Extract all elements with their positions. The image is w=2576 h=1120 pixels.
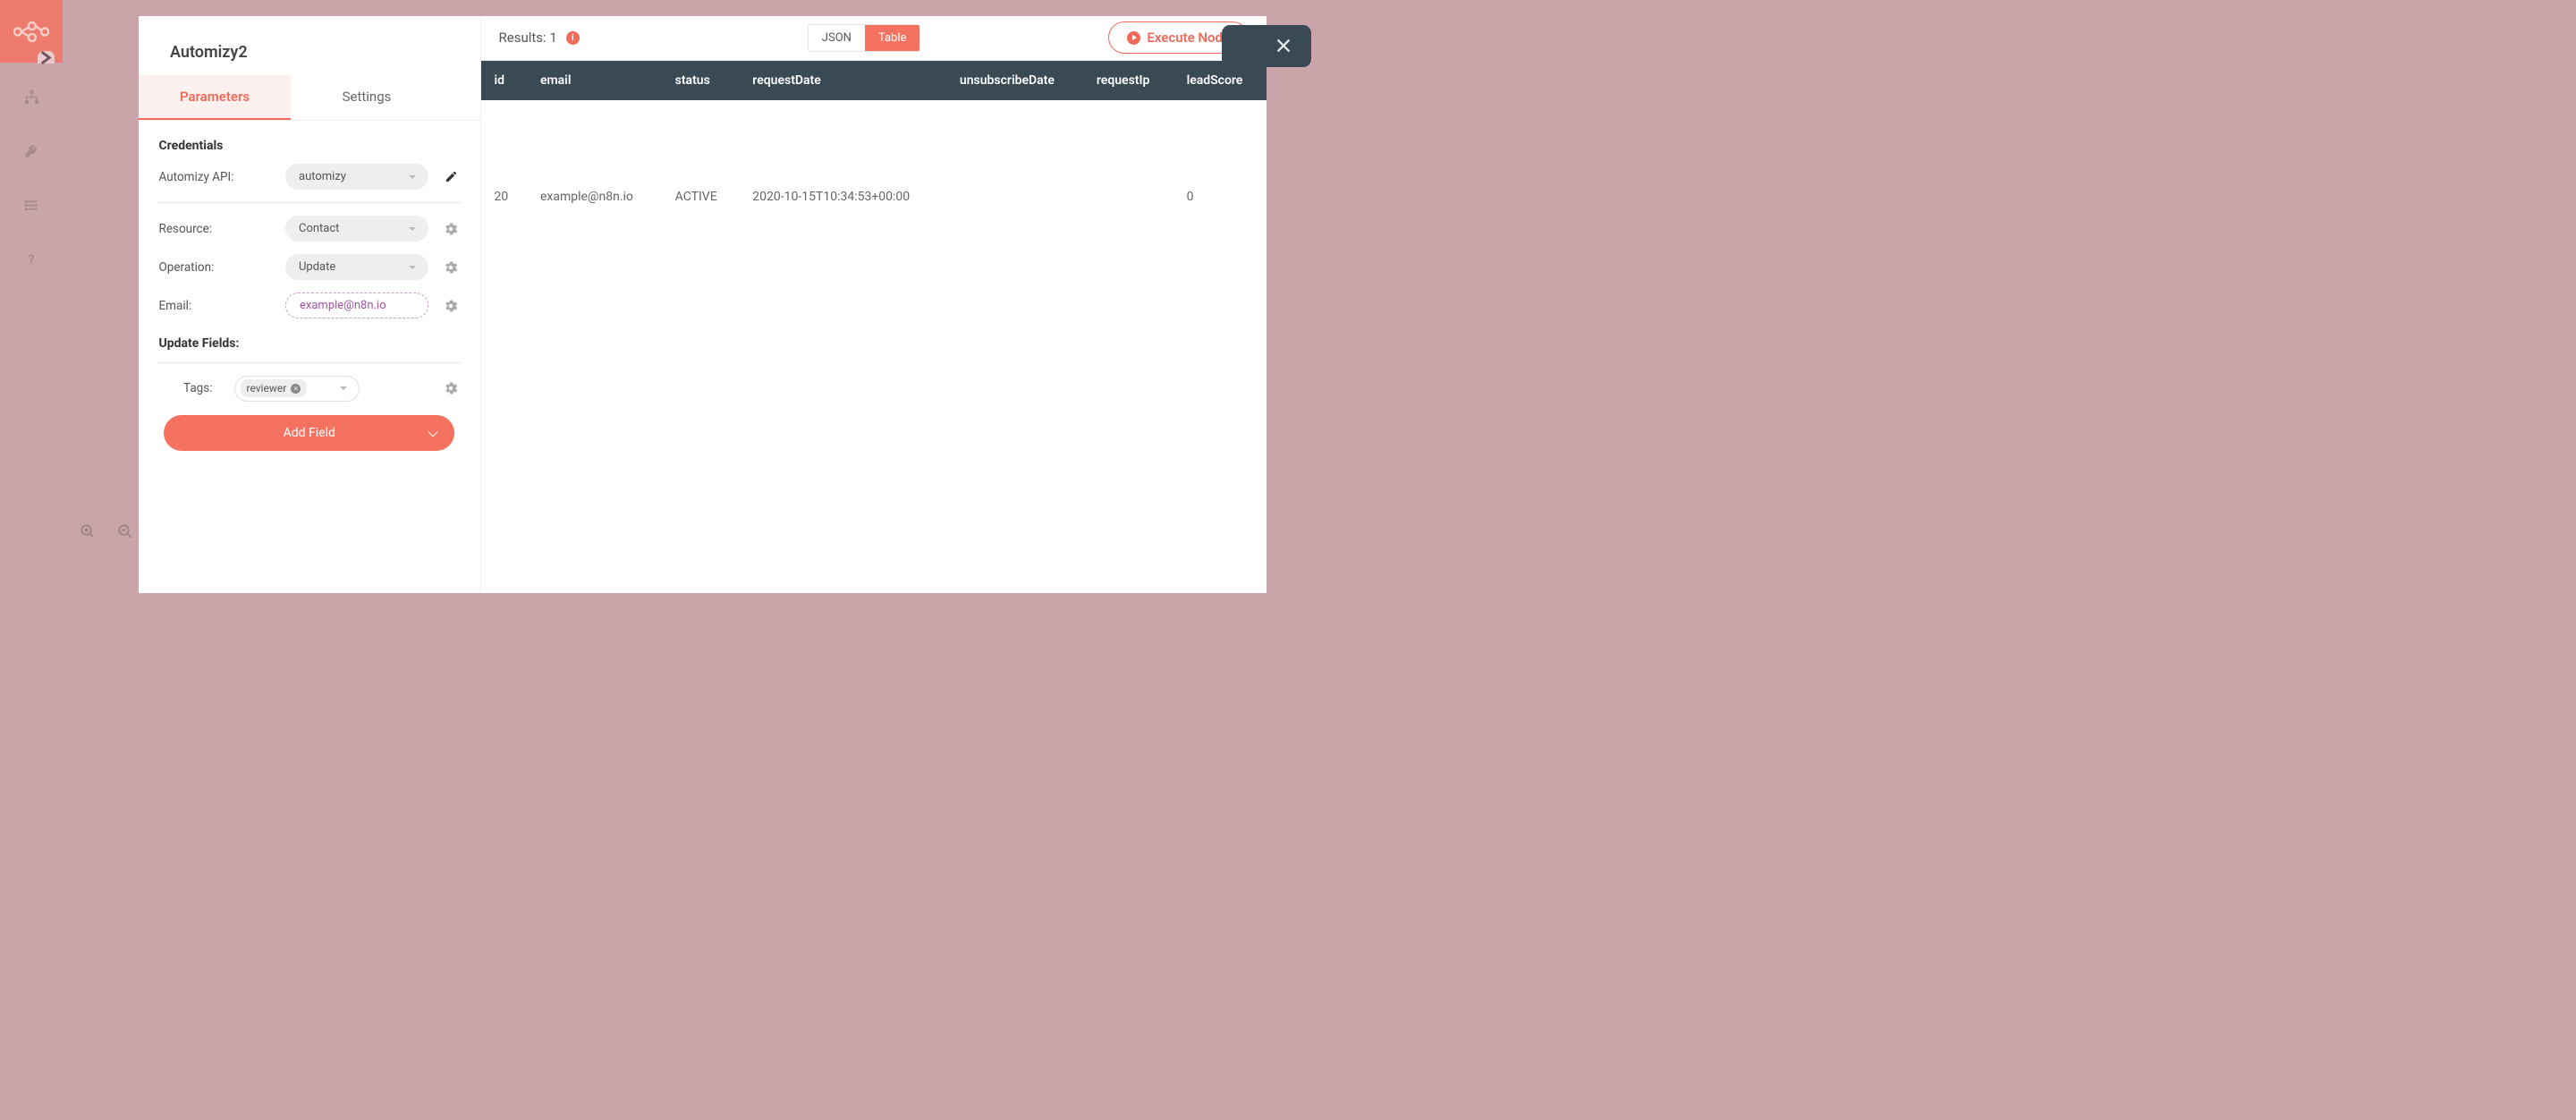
cell-status: ACTIVE	[662, 100, 740, 231]
results-count-label: Results: 1	[499, 30, 557, 46]
operation-select[interactable]: Update	[285, 254, 428, 280]
add-field-button[interactable]: Add Field	[164, 415, 454, 451]
results-table: id email status requestDate unsubscribeD…	[481, 61, 1267, 231]
tab-parameters[interactable]: Parameters	[139, 75, 291, 120]
tags-select[interactable]: reviewer ✕	[234, 376, 360, 402]
app-sidebar: ?	[0, 0, 63, 560]
zoom-controls	[76, 520, 137, 542]
tag-pill-label: reviewer	[247, 382, 287, 395]
n8n-logo-icon	[13, 21, 49, 43]
tab-settings[interactable]: Settings	[291, 75, 443, 120]
credentials-select[interactable]: automizy	[285, 164, 428, 190]
zoom-out-button[interactable]	[114, 520, 137, 542]
app-logo	[0, 0, 63, 63]
resource-select[interactable]: Contact	[285, 216, 428, 242]
col-email: email	[527, 61, 662, 100]
execute-node-label: Execute Node	[1147, 30, 1230, 46]
view-switch: JSON Table	[808, 24, 921, 52]
node-title: Automizy2	[139, 34, 480, 75]
workflows-icon[interactable]	[24, 89, 39, 108]
view-json-button[interactable]: JSON	[809, 25, 865, 51]
col-requestIp: requestIp	[1083, 61, 1174, 100]
help-icon[interactable]: ?	[25, 252, 38, 269]
email-label: Email:	[159, 299, 278, 313]
parameters-panel: Automizy2 Parameters Settings Credential…	[139, 16, 481, 593]
tag-pill: reviewer ✕	[241, 379, 308, 397]
col-requestDate: requestDate	[739, 61, 946, 100]
tags-label: Tags:	[159, 381, 226, 395]
operation-options-button[interactable]	[442, 259, 460, 276]
cell-leadScore: 0	[1174, 100, 1267, 231]
executions-icon[interactable]	[24, 198, 39, 216]
cell-requestDate: 2020-10-15T10:34:53+00:00	[739, 100, 946, 231]
resource-options-button[interactable]	[442, 221, 460, 237]
col-id: id	[481, 61, 527, 100]
sidebar-collapse-button[interactable]	[38, 51, 55, 64]
credentials-icon[interactable]	[24, 144, 38, 162]
svg-text:?: ?	[28, 253, 34, 267]
table-row: 20 example@n8n.io ACTIVE 2020-10-15T10:3…	[481, 100, 1267, 231]
credentials-label: Automizy API:	[159, 170, 278, 184]
tag-remove-button[interactable]: ✕	[291, 384, 301, 394]
node-tabs: Parameters Settings	[139, 75, 480, 121]
update-fields-heading: Update Fields:	[159, 336, 461, 351]
cell-email: example@n8n.io	[527, 100, 662, 231]
results-panel: Results: 1 i JSON Table Execute Node id …	[481, 16, 1267, 593]
operation-label: Operation:	[159, 260, 278, 275]
info-icon[interactable]: i	[566, 31, 580, 45]
email-options-button[interactable]	[442, 298, 460, 314]
cell-requestIp	[1083, 100, 1174, 231]
node-editor-modal: Automizy2 Parameters Settings Credential…	[139, 16, 1267, 593]
credentials-heading: Credentials	[159, 139, 461, 153]
tags-options-button[interactable]	[442, 380, 460, 396]
cell-unsubscribeDate	[946, 100, 1083, 231]
email-expression-input[interactable]: example@n8n.io	[285, 293, 428, 318]
resource-label: Resource:	[159, 222, 278, 236]
close-modal-button[interactable]	[1222, 25, 1311, 68]
close-icon	[1274, 36, 1293, 55]
cell-id: 20	[481, 100, 527, 231]
col-unsubscribeDate: unsubscribeDate	[946, 61, 1083, 100]
col-status: status	[662, 61, 740, 100]
edit-credentials-button[interactable]	[442, 170, 460, 183]
zoom-in-button[interactable]	[76, 520, 98, 542]
view-table-button[interactable]: Table	[865, 25, 919, 51]
play-icon	[1127, 31, 1140, 45]
